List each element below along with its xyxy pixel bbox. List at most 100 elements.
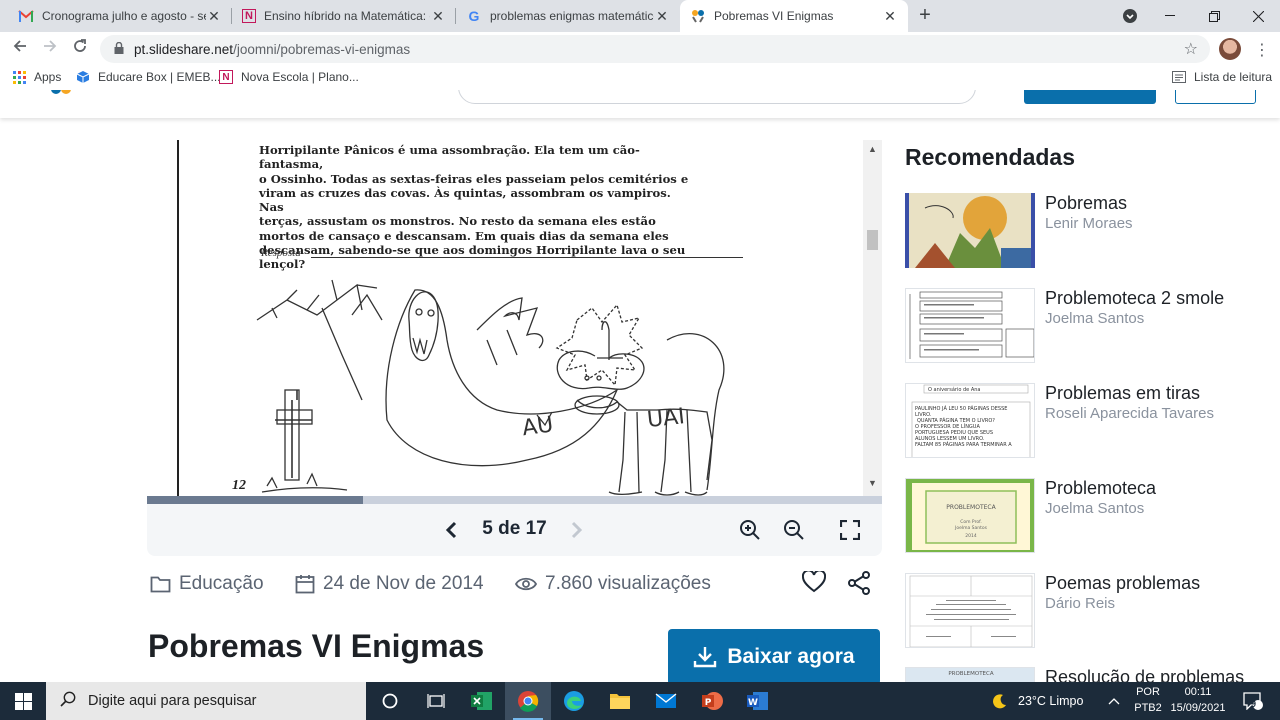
problem-text: Horripilante Pânicos é uma assombração. … [259, 143, 689, 272]
tab-cronograma[interactable]: Cronograma julho e agosto - sele ✕ [8, 0, 232, 32]
menu-dots-icon[interactable]: ⋮ [1253, 40, 1271, 60]
powerpoint-icon[interactable]: P [689, 682, 735, 720]
bark-text-right: UAI [646, 404, 686, 433]
weather-widget[interactable]: 23°C Limpo [992, 682, 1083, 720]
svg-text:P: P [705, 698, 712, 708]
previous-slide-button[interactable] [437, 516, 465, 544]
fullscreen-icon[interactable] [836, 516, 864, 544]
close-tab-icon[interactable]: ✕ [430, 8, 446, 25]
recommended-title[interactable]: Pobremas [1045, 193, 1127, 214]
scroll-down-icon[interactable]: ▼ [863, 478, 882, 488]
minimize-button[interactable] [1148, 0, 1192, 32]
thumb-text: PROBLEMOTECA [946, 504, 996, 511]
recommended-author: Joelma Santos [1045, 310, 1145, 327]
zoom-out-icon[interactable] [780, 516, 808, 544]
task-view-icon[interactable] [413, 682, 459, 720]
notification-center-icon[interactable]: 9 [1240, 682, 1266, 720]
scroll-up-icon[interactable]: ▲ [863, 144, 882, 154]
tab-google-search[interactable]: G problemas enigmas matemáticos ✕ [456, 0, 680, 32]
bookmark-educare[interactable]: Educare Box | EMEB... [76, 70, 221, 84]
download-button[interactable]: Baixar agora [668, 629, 880, 682]
recommended-item[interactable]: PROBLEMOTECA Com Prof. Joelma Santos 201… [905, 478, 1265, 554]
notification-count: 9 [1251, 699, 1257, 709]
address-bar[interactable]: pt.slideshare.net/joomni/pobremas-vi-eni… [100, 35, 1210, 63]
slideshare-logo[interactable] [48, 90, 74, 98]
chrome-icon[interactable] [505, 682, 551, 720]
views-label: 7.860 visualizações [545, 573, 711, 594]
login-button[interactable] [1175, 90, 1256, 104]
weather-label: 23°C Limpo [1018, 694, 1084, 708]
tab-title: Cronograma julho e agosto - sele [42, 9, 206, 23]
ghost-illustration: AU UAI [256, 279, 725, 496]
browser-toolbar: pt.slideshare.net/joomni/pobremas-vi-eni… [0, 32, 1280, 66]
thumb-text: 2014 [965, 533, 977, 539]
bookmarks-bar: Apps Educare Box | EMEB... N Nova Escola… [0, 66, 1280, 90]
share-icon[interactable] [847, 571, 873, 597]
close-tab-icon[interactable]: ✕ [206, 8, 222, 25]
apps-grid-icon [12, 70, 26, 84]
zoom-in-icon[interactable] [736, 516, 764, 544]
recommended-item[interactable]: Pobremas Lenir Moraes [905, 193, 1265, 269]
excel-icon[interactable] [459, 682, 505, 720]
file-explorer-icon[interactable] [597, 682, 643, 720]
bookmark-nova-escola[interactable]: N Nova Escola | Plano... [219, 70, 359, 84]
taskbar-search-input[interactable]: Digite aqui para pesquisar [46, 682, 366, 720]
gmail-icon [18, 8, 34, 24]
reload-icon[interactable] [68, 37, 92, 61]
bookmark-star-icon[interactable]: ☆ [1184, 39, 1198, 59]
language-indicator[interactable]: POR PTB2 [1131, 684, 1165, 716]
restore-button[interactable] [1192, 0, 1236, 32]
recommended-title[interactable]: Problemoteca 2 smole [1045, 288, 1224, 309]
tab-pobremas-active[interactable]: Pobremas VI Enigmas ✕ [680, 0, 908, 32]
close-tab-icon[interactable]: ✕ [882, 8, 898, 25]
mail-icon[interactable] [643, 682, 689, 720]
recommended-thumbnail [905, 193, 1035, 268]
recommended-item[interactable]: O aniversário de Ana PAULINHO JÁ LEU 50 … [905, 383, 1265, 459]
thumb-text: QUANTA PÁGINA TEM O LIVRO? [917, 417, 995, 424]
text-line: Horripilante Pânicos é uma assombração. … [259, 143, 640, 172]
edge-icon[interactable] [551, 682, 597, 720]
like-heart-icon[interactable] [801, 569, 828, 597]
scroll-thumb[interactable] [867, 230, 878, 250]
cortana-icon[interactable] [367, 682, 413, 720]
new-tab-button[interactable]: + [913, 4, 937, 28]
recommended-item[interactable]: Problemoteca 2 smole Joelma Santos [905, 288, 1265, 364]
windows-start-icon[interactable] [0, 682, 46, 720]
slide-progress-bar[interactable] [147, 496, 882, 504]
tab-ensino-hibrido[interactable]: N Ensino híbrido na Matemática: cc ✕ [232, 0, 456, 32]
recommended-title[interactable]: Resolução de problemas [1045, 667, 1244, 682]
back-arrow-icon[interactable] [8, 37, 32, 61]
close-window-button[interactable] [1236, 0, 1280, 32]
site-search-input[interactable] [458, 90, 976, 104]
thumb-text: O PROFESSOR DE LÍNGUA [915, 423, 980, 430]
recommended-title[interactable]: Problemoteca [1045, 478, 1156, 499]
slide-page: Horripilante Pânicos é uma assombração. … [147, 140, 863, 496]
text-line: terças, assustam os monstros. No resto d… [259, 214, 656, 229]
recommended-item[interactable]: PROBLEMOTECA Resolução de problemas [905, 667, 1265, 682]
date-meta: 24 de Nov de 2014 [295, 571, 484, 597]
thumb-text: FALTAM 85 PÁGINAS PARA TERMINAR A [915, 441, 1012, 448]
folder-icon [150, 576, 171, 593]
windows-taskbar: Digite aqui para pesquisar P W 23°C Limp… [0, 682, 1280, 720]
recommended-item[interactable]: Poemas problemas Dário Reis [905, 573, 1265, 649]
close-tab-icon[interactable]: ✕ [654, 8, 670, 25]
upload-button[interactable] [1024, 90, 1156, 104]
tray-chevron-icon[interactable] [1108, 682, 1120, 720]
site-header [0, 90, 1280, 118]
recommended-title[interactable]: Problemas em tiras [1045, 383, 1200, 404]
thumb-text: PROBLEMOTECA [948, 671, 994, 677]
word-icon[interactable]: W [735, 682, 781, 720]
reading-list[interactable]: Lista de leitura [1172, 70, 1272, 84]
views-meta: 7.860 visualizações [515, 571, 711, 597]
profile-avatar[interactable] [1219, 38, 1241, 60]
clock-time: 00:11 [1184, 686, 1212, 698]
next-slide-button[interactable] [563, 516, 591, 544]
bookmark-apps[interactable]: Apps [12, 70, 61, 84]
category-meta[interactable]: Educação [150, 571, 264, 597]
recommended-title[interactable]: Poemas problemas [1045, 573, 1200, 594]
slide-scrollbar[interactable]: ▲ ▼ [863, 140, 882, 496]
tab-search-icon[interactable] [1108, 0, 1152, 32]
forward-arrow-icon[interactable] [38, 37, 62, 61]
system-clock[interactable]: 00:11 15/09/2021 [1168, 684, 1228, 716]
keyboard-layout: PTB2 [1134, 702, 1162, 714]
